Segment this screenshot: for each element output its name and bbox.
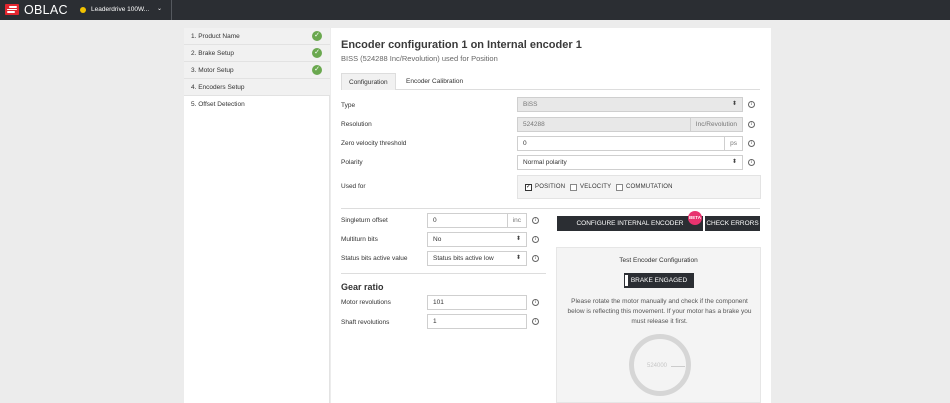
position-checkbox[interactable]: ✓ [525,184,532,191]
synapticon-logo-icon [5,4,19,15]
resolution-input[interactable]: 524288 Inc/Revolution [517,117,743,132]
sidebar-step-product-name[interactable]: 1. Product Name ✓ [184,28,330,45]
sidebar-step-encoders-setup[interactable]: 4. Encoders Setup [184,79,330,96]
tab-encoder-calibration[interactable]: Encoder Calibration [399,73,470,90]
step-label: 1. Product Name [191,32,240,40]
type-value: BiSS [523,101,538,108]
configure-internal-encoder-button[interactable]: CONFIGURE INTERNAL ENCODER [557,216,703,231]
app-logo-text: OBLAC [24,3,68,17]
used-for-options: ✓ POSITION VELOCITY COMMUTATION [517,175,761,199]
motor-revolutions-value: 101 [433,299,444,306]
multiturn-bits-select[interactable]: No ⬍ [427,232,527,247]
gear-ratio-title: Gear ratio [341,282,384,292]
resolution-value: 524288 [523,121,545,128]
singleturn-offset-label: Singleturn offset [341,217,388,224]
brake-toggle-label: BRAKE ENGAGED [630,277,688,284]
info-icon[interactable]: i [748,121,755,128]
commutation-checkbox[interactable] [616,184,623,191]
zero-velocity-label: Zero velocity threshold [341,140,407,147]
sidebar-step-brake-setup[interactable]: 2. Brake Setup ✓ [184,45,330,62]
top-bar: OBLAC Leaderdrive 100W... ⌄ [0,0,950,20]
setup-steps-sidebar: 1. Product Name ✓ 2. Brake Setup ✓ 3. Mo… [184,28,330,403]
status-bits-label: Status bits active value [341,255,408,262]
select-arrow-icon: ⬍ [515,236,521,242]
select-arrow-icon: ⬍ [731,101,737,107]
gear-divider [341,273,546,274]
multiturn-bits-label: Multiturn bits [341,236,378,243]
shaft-revolutions-label: Shaft revolutions [341,319,390,326]
section-divider [341,208,760,209]
status-bits-value: Status bits active low [433,255,494,262]
zero-velocity-unit: ps [724,137,742,150]
polarity-value: Normal polarity [523,159,567,166]
resolution-unit: Inc/Revolution [689,118,742,131]
beta-badge: BETA [688,211,702,225]
shaft-revolutions-value: 1 [433,318,437,325]
motor-revolutions-input[interactable]: 101 [427,295,527,310]
gauge-value: 524000 [647,363,668,369]
type-label: Type [341,102,356,109]
test-encoder-title: Test Encoder Configuration [619,257,698,264]
toggle-knob [625,275,628,286]
multiturn-bits-value: No [433,236,442,243]
test-encoder-panel: Test Encoder Configuration BRAKE ENGAGED… [556,247,761,403]
encoder-config-panel: Encoder configuration 1 on Internal enco… [331,28,771,403]
select-arrow-icon: ⬍ [515,255,521,261]
polarity-label: Polarity [341,159,363,166]
device-selector-label[interactable]: Leaderdrive 100W... [91,6,149,13]
used-for-label: Used for [341,183,366,190]
sidebar-step-motor-setup[interactable]: 3. Motor Setup ✓ [184,62,330,79]
info-icon[interactable]: i [748,159,755,166]
page-title: Encoder configuration 1 on Internal enco… [341,39,582,51]
info-icon[interactable]: i [532,236,539,243]
step-label: 4. Encoders Setup [191,83,245,91]
select-arrow-icon: ⬍ [731,159,737,165]
test-instructions: Please rotate the motor manually and che… [567,298,752,325]
velocity-checkbox[interactable] [570,184,577,191]
step-label: 3. Motor Setup [191,66,234,74]
check-errors-button[interactable]: CHECK ERRORS [705,216,760,231]
device-status-indicator [80,7,86,13]
tab-configuration[interactable]: Configuration [341,73,396,90]
info-icon[interactable]: i [748,140,755,147]
info-icon[interactable]: i [748,101,755,108]
info-icon[interactable]: i [532,318,539,325]
gauge-needle [671,366,685,367]
info-icon[interactable]: i [532,255,539,262]
tab-bar: Configuration Encoder Calibration [341,73,760,90]
shaft-revolutions-input[interactable]: 1 [427,314,527,329]
info-icon[interactable]: i [532,217,539,224]
type-select[interactable]: BiSS ⬍ [517,97,743,112]
zero-velocity-value: 0 [523,140,527,147]
step-label: 5. Offset Detection [191,101,245,108]
singleturn-offset-unit: inc [506,214,526,227]
singleturn-offset-input[interactable]: 0 inc [427,213,527,228]
zero-velocity-input[interactable]: 0 ps [517,136,743,151]
velocity-checkbox-label: VELOCITY [580,184,612,190]
page-subtitle: BISS (524288 Inc/Revolution) used for Po… [341,54,498,63]
motor-revolutions-label: Motor revolutions [341,299,391,306]
singleturn-offset-value: 0 [433,217,437,224]
brake-toggle-button[interactable]: BRAKE ENGAGED [624,273,694,288]
encoder-position-gauge: 524000 [629,334,691,396]
polarity-select[interactable]: Normal polarity ⬍ [517,155,743,170]
resolution-label: Resolution [341,121,372,128]
check-icon: ✓ [312,48,322,58]
commutation-checkbox-label: COMMUTATION [626,184,673,190]
topbar-divider [171,0,172,20]
info-icon[interactable]: i [532,299,539,306]
step-label: 2. Brake Setup [191,49,234,57]
position-checkbox-label: POSITION [535,184,566,190]
status-bits-select[interactable]: Status bits active low ⬍ [427,251,527,266]
check-icon: ✓ [312,31,322,41]
sidebar-step-offset-detection[interactable]: 5. Offset Detection [184,96,330,113]
check-icon: ✓ [312,65,322,75]
chevron-down-icon[interactable]: ⌄ [157,5,162,12]
